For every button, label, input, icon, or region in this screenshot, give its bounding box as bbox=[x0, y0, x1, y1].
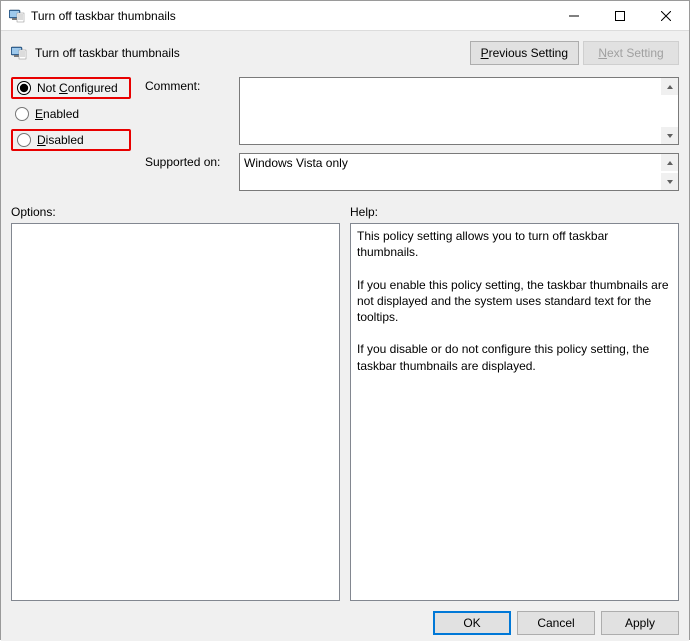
client-area: Turn off taskbar thumbnails Previous Set… bbox=[1, 31, 689, 641]
next-setting-button[interactable]: Next Setting bbox=[583, 41, 679, 65]
radio-disabled-label: Disabled bbox=[37, 133, 84, 147]
radio-enabled[interactable]: Enabled bbox=[11, 103, 131, 125]
title-bar: Turn off taskbar thumbnails bbox=[1, 1, 689, 31]
policy-header: Turn off taskbar thumbnails Previous Set… bbox=[11, 41, 679, 65]
supported-label: Supported on: bbox=[145, 153, 231, 169]
help-label: Help: bbox=[350, 205, 679, 221]
radio-not-configured-label: Not Configured bbox=[37, 81, 118, 95]
close-button[interactable] bbox=[643, 1, 689, 31]
radio-enabled-label: Enabled bbox=[35, 107, 79, 121]
apply-button[interactable]: Apply bbox=[601, 611, 679, 635]
radio-disabled-input[interactable] bbox=[17, 133, 31, 147]
previous-setting-button[interactable]: Previous Setting bbox=[470, 41, 579, 65]
ok-button[interactable]: OK bbox=[433, 611, 511, 635]
dialog-buttons: OK Cancel Apply bbox=[11, 601, 679, 635]
comment-label: Comment: bbox=[145, 77, 231, 93]
options-pane bbox=[11, 223, 340, 601]
comment-row: Comment: bbox=[145, 77, 679, 145]
radio-enabled-input[interactable] bbox=[15, 107, 29, 121]
radio-not-configured-input[interactable] bbox=[17, 81, 31, 95]
settings-section: Not Configured Enabled Disabled Comment: bbox=[11, 77, 679, 191]
policy-title: Turn off taskbar thumbnails bbox=[35, 46, 180, 60]
state-radio-group: Not Configured Enabled Disabled bbox=[11, 77, 131, 191]
minimize-button[interactable] bbox=[551, 1, 597, 31]
radio-disabled[interactable]: Disabled bbox=[11, 129, 131, 151]
settings-right: Comment: Supported on: Windows Vista onl… bbox=[145, 77, 679, 191]
pane-labels: Options: Help: bbox=[11, 205, 679, 221]
policy-icon bbox=[11, 45, 27, 61]
supported-textbox: Windows Vista only bbox=[239, 153, 679, 191]
supported-row: Supported on: Windows Vista only bbox=[145, 153, 679, 191]
window-title: Turn off taskbar thumbnails bbox=[31, 9, 176, 23]
panes: This policy setting allows you to turn o… bbox=[11, 223, 679, 601]
cancel-button[interactable]: Cancel bbox=[517, 611, 595, 635]
comment-textbox[interactable] bbox=[239, 77, 679, 145]
app-icon bbox=[9, 8, 25, 24]
radio-not-configured[interactable]: Not Configured bbox=[11, 77, 131, 99]
help-pane: This policy setting allows you to turn o… bbox=[350, 223, 679, 601]
options-label: Options: bbox=[11, 205, 340, 221]
maximize-button[interactable] bbox=[597, 1, 643, 31]
help-text: This policy setting allows you to turn o… bbox=[351, 224, 678, 378]
